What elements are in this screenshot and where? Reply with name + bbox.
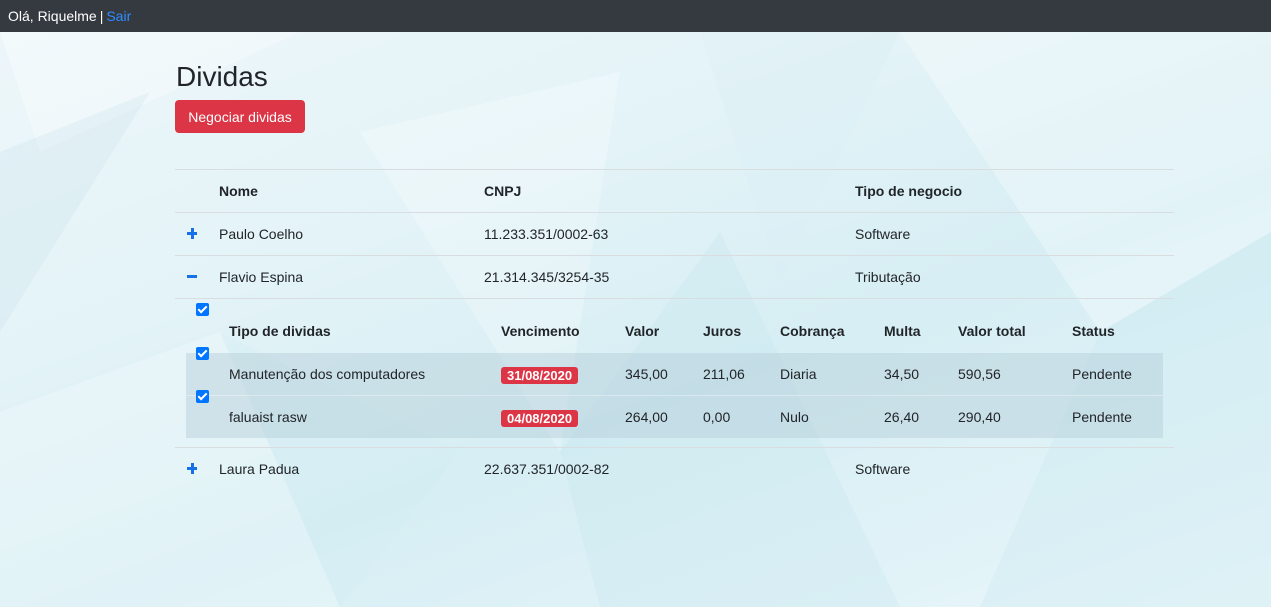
row-nome: Laura Padua: [219, 461, 300, 477]
debt-status: Pendente: [1072, 366, 1132, 382]
expand-plus-icon[interactable]: [185, 213, 199, 255]
debt-checkbox[interactable]: [196, 347, 209, 360]
debt-juros: 0,00: [703, 409, 731, 425]
debt-checkbox[interactable]: [196, 390, 209, 403]
row-cnpj: 22.637.351/0002-82: [484, 461, 610, 477]
debts-detail-panel: Tipo de dividas Vencimento Valor Juros C…: [175, 299, 1174, 448]
logout-link[interactable]: Sair: [106, 8, 131, 24]
overdue-date-badge: 04/08/2020: [501, 409, 579, 427]
header-tipo-negocio: Tipo de negocio: [855, 183, 963, 199]
overdue-date-badge: 31/08/2020: [501, 366, 579, 384]
header-tipo-dividas: Tipo de dividas: [229, 323, 331, 339]
debts-header-row: Tipo de dividas Vencimento Valor Juros C…: [186, 303, 1163, 353]
expand-plus-icon[interactable]: [185, 448, 199, 490]
greeting-text: Olá, Riquelme: [8, 8, 97, 24]
negotiate-debts-button[interactable]: Negociar dividas: [175, 100, 305, 133]
debt-tipo: faluaist rasw: [229, 409, 307, 425]
header-vencimento: Vencimento: [501, 323, 580, 339]
select-all-checkbox[interactable]: [196, 303, 209, 316]
header-valor-total: Valor total: [958, 323, 1026, 339]
table-row: Flavio Espina 21.314.345/3254-35 Tributa…: [175, 256, 1174, 299]
header-cnpj: CNPJ: [484, 183, 522, 199]
top-navbar: Olá, Riquelme | Sair: [0, 0, 1271, 32]
row-cnpj: 21.314.345/3254-35: [484, 269, 610, 285]
debt-row: Manutenção dos computadores 31/08/2020 3…: [186, 347, 1163, 395]
header-valor: Valor: [625, 323, 660, 339]
debt-cobranca: Diaria: [780, 366, 817, 382]
row-nome: Paulo Coelho: [219, 226, 304, 242]
debt-valor: 345,00: [625, 366, 668, 382]
header-cobranca: Cobrança: [780, 323, 845, 339]
debt-vencimento-cell: 04/08/2020: [501, 396, 579, 438]
row-tipo: Software: [855, 226, 911, 242]
table-header-row: Nome CNPJ Tipo de negocio: [175, 170, 1174, 213]
header-nome: Nome: [219, 183, 258, 199]
debt-valor-total: 590,56: [958, 366, 1001, 382]
greeting-separator: |: [99, 8, 104, 24]
collapse-minus-icon[interactable]: [185, 256, 199, 298]
debt-juros: 211,06: [703, 366, 745, 382]
table-row: Laura Padua 22.637.351/0002-82 Software: [175, 448, 1174, 490]
header-juros: Juros: [703, 323, 742, 339]
user-greeting: Olá, Riquelme | Sair: [8, 0, 131, 32]
row-tipo: Software: [855, 461, 911, 477]
debt-valor-total: 290,40: [958, 409, 1001, 425]
row-tipo: Tributação: [855, 269, 921, 285]
row-cnpj: 11.233.351/0002-63: [484, 226, 609, 242]
debt-multa: 34,50: [884, 366, 920, 382]
debts-table: Tipo de dividas Vencimento Valor Juros C…: [186, 303, 1163, 438]
debt-status: Pendente: [1072, 409, 1132, 425]
header-status: Status: [1072, 323, 1115, 339]
page-title: Dividas: [176, 61, 268, 92]
debt-vencimento-cell: 31/08/2020: [501, 353, 579, 395]
debt-valor: 264,00: [625, 409, 668, 425]
debt-cobranca: Nulo: [780, 409, 809, 425]
debt-row: faluaist rasw 04/08/2020 264,00 0,00 Nul…: [186, 390, 1163, 438]
debt-multa: 26,40: [884, 409, 920, 425]
row-nome: Flavio Espina: [219, 269, 304, 285]
table-row: Paulo Coelho 11.233.351/0002-63 Software: [175, 213, 1174, 256]
header-multa: Multa: [884, 323, 921, 339]
debt-tipo: Manutenção dos computadores: [229, 366, 426, 382]
debtors-table: Nome CNPJ Tipo de negocio Paulo Coelho 1…: [175, 169, 1174, 490]
